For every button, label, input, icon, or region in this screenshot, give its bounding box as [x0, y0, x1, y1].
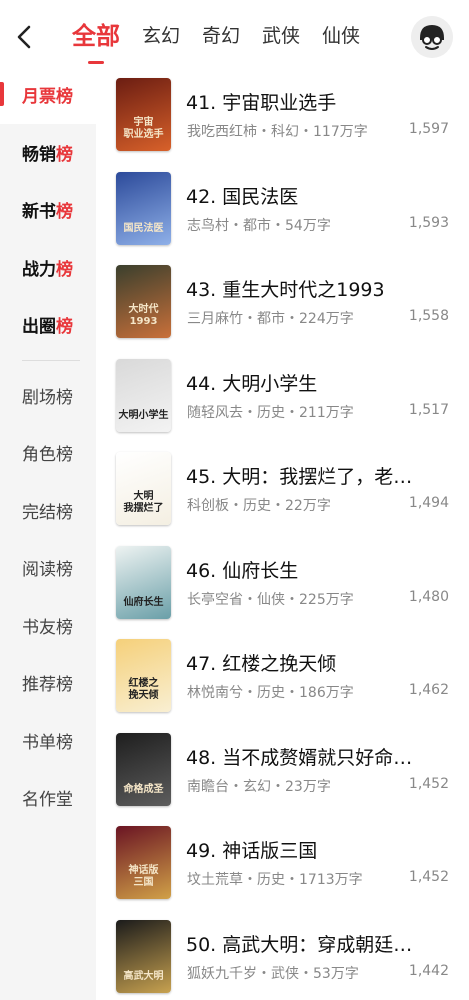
sidebar-item-friends[interactable]: 书友榜: [0, 597, 96, 655]
book-title[interactable]: 45. 大明：我摆烂了，老…: [186, 462, 451, 489]
book-cover-title: 命格成圣: [123, 783, 164, 795]
book-meta: 坟土荒草・历史・1713万字: [187, 872, 363, 888]
ticket-count: 1,593: [408, 214, 449, 231]
book-cover-image: 神话版 三国: [116, 826, 171, 899]
book-list-item[interactable]: 大时代1993 43. 重生大时代之1993 三月麻竹・都市・224万字 1,558: [96, 253, 469, 347]
book-cover-image: 宇宙 职业选手: [116, 78, 171, 151]
sidebar-divider: [22, 359, 80, 361]
sidebar-item-label: 畅销: [22, 144, 56, 165]
tab-qihuan[interactable]: 奇幻: [202, 18, 240, 54]
sidebar-item-label-highlight: 榜: [56, 259, 73, 280]
book-cover-title: 神话版 三国: [128, 865, 159, 888]
book-title[interactable]: 41. 宇宙职业选手: [186, 88, 451, 115]
sidebar-item-monthly-ticket[interactable]: 月票榜: [0, 66, 96, 124]
book-cover-title: 大时代1993: [128, 304, 159, 327]
tab-xuanhuan[interactable]: 玄幻: [142, 18, 180, 54]
ticket-count: 1,452: [408, 775, 449, 792]
ticket-count: 1,442: [408, 962, 449, 979]
sidebar-item-bestseller[interactable]: 畅销榜: [0, 124, 96, 182]
ticket-count: 1,597: [408, 121, 449, 137]
book-title[interactable]: 49. 神话版三国: [186, 836, 451, 863]
book-list-item[interactable]: 大明 我摆烂了 45. 大明：我摆烂了，老… 科创板・历史・22万字 1,494: [96, 440, 469, 534]
book-cover-title: 大明 我摆烂了: [123, 491, 164, 514]
book-list-item[interactable]: 命格成圣 48. 当不成赘婿就只好命… 南瞻台・玄幻・23万字 1,452: [96, 721, 469, 815]
book-meta: 狐妖九千岁・武侠・53万字: [187, 965, 359, 982]
sidebar-item-breakout[interactable]: 出圈榜: [0, 296, 96, 354]
book-meta: 随轻风去・历史・211万字: [187, 404, 354, 421]
book-title[interactable]: 50. 高武大明：穿成朝廷…: [186, 930, 451, 957]
book-title[interactable]: 48. 当不成赘婿就只好命…: [186, 743, 451, 770]
sidebar-item-power[interactable]: 战力榜: [0, 239, 96, 297]
book-cover-image: 仙府长生: [116, 545, 171, 619]
tab-all[interactable]: 全部: [72, 18, 120, 54]
ticket-count: 1,494: [408, 495, 449, 511]
ticket-count: 1,452: [408, 869, 449, 885]
book-list-item[interactable]: 国民法医 42. 国民法医志鸟村・都市・54万字 1,593: [96, 160, 469, 254]
book-meta: 我吃西红柿・科幻・117万字: [187, 124, 368, 140]
book-list-item[interactable]: 大明小学生 44. 大明小学生随轻风去・历史・211万字 1,517: [96, 347, 469, 441]
book-cover-title: 国民法医: [123, 222, 164, 234]
sidebar-item-label: 出圈: [22, 317, 56, 338]
book-title[interactable]: 47. 红楼之挽天倾: [186, 649, 451, 676]
book-meta: 南瞻台・玄幻・23万字: [187, 778, 331, 795]
sidebar-item-label-highlight: 榜: [56, 317, 73, 338]
category-tabs: 全部 玄幻 奇幻 武侠 仙侠: [72, 18, 382, 54]
book-list-item[interactable]: 神话版 三国 49. 神话版三国坟土荒草・历史・1713万字 1,452: [96, 814, 469, 908]
book-cover-image: 高武大明: [116, 919, 171, 993]
book-list-item[interactable]: 高武大明 50. 高武大明：穿成朝廷… 狐妖九千岁・武侠・53万字 1,442: [96, 908, 469, 1000]
ticket-count: 1,558: [408, 308, 449, 324]
book-meta: 科创板・历史・22万字: [187, 498, 331, 514]
book-cover-title: 仙府长生: [123, 596, 164, 608]
book-meta: 三月麻竹・都市・224万字: [187, 311, 354, 327]
book-cover-image: 命格成圣: [116, 732, 171, 806]
ranking-book-list: 宇宙 职业选手 41. 宇宙职业选手我吃西红柿・科幻・117万字 1,597 国民法医…: [96, 66, 469, 1000]
book-cover-title: 高武大明: [123, 970, 164, 982]
user-avatar-icon[interactable]: [411, 16, 453, 58]
book-title[interactable]: 46. 仙府长生: [186, 556, 451, 583]
ticket-count: 1,462: [408, 682, 449, 698]
book-list-item[interactable]: 红楼之 挽天倾 47. 红楼之挽天倾林悦南兮・历史・186万字 1,462: [96, 627, 469, 721]
book-meta: 林悦南兮・历史・186万字: [187, 685, 354, 701]
book-cover-title: 红楼之 挽天倾: [128, 678, 159, 701]
sidebar-item-new-books[interactable]: 新书榜: [0, 181, 96, 239]
sidebar-item-booklist[interactable]: 书单榜: [0, 712, 96, 770]
book-title[interactable]: 42. 国民法医: [186, 182, 451, 209]
book-cover-title: 大明小学生: [118, 409, 169, 421]
ranking-sidebar: 月票榜 畅销榜 新书榜 战力榜 出圈榜 剧场榜 角色榜 完结榜 阅读榜 书友榜 …: [0, 66, 96, 1000]
sidebar-item-theater[interactable]: 剧场榜: [0, 367, 96, 425]
book-list-item[interactable]: 宇宙 职业选手 41. 宇宙职业选手我吃西红柿・科幻・117万字 1,597: [96, 66, 469, 160]
book-cover-image: 大时代1993: [116, 265, 171, 338]
sidebar-item-completed[interactable]: 完结榜: [0, 482, 96, 540]
book-cover-image: 大明 我摆烂了: [116, 452, 171, 525]
book-cover-image: 大明小学生: [116, 358, 171, 432]
book-cover-image: 国民法医: [116, 171, 171, 245]
book-title[interactable]: 44. 大明小学生: [186, 369, 451, 396]
book-meta: 志鸟村・都市・54万字: [187, 217, 331, 234]
top-navigation-bar: 全部 玄幻 奇幻 武侠 仙侠: [0, 0, 469, 74]
tab-xianxia[interactable]: 仙侠: [322, 18, 360, 54]
book-cover-image: 红楼之 挽天倾: [116, 639, 171, 712]
ticket-count: 1,480: [408, 588, 449, 605]
sidebar-item-label-highlight: 榜: [56, 202, 73, 223]
sidebar-item-label: 战力: [22, 259, 56, 280]
book-meta: 长亭空省・仙侠・225万字: [187, 591, 354, 608]
sidebar-item-recommend[interactable]: 推荐榜: [0, 654, 96, 712]
sidebar-item-label: 新书: [22, 202, 56, 223]
book-list-item[interactable]: 仙府长生 46. 仙府长生长亭空省・仙侠・225万字 1,480: [96, 534, 469, 628]
tab-wuxia[interactable]: 武侠: [262, 18, 300, 54]
ticket-count: 1,517: [408, 401, 449, 418]
book-cover-title: 宇宙 职业选手: [123, 117, 164, 140]
sidebar-item-hall-of-fame[interactable]: 名作堂: [0, 769, 96, 827]
sidebar-item-character[interactable]: 角色榜: [0, 424, 96, 482]
chevron-left-icon[interactable]: [10, 22, 40, 52]
sidebar-item-reading[interactable]: 阅读榜: [0, 539, 96, 597]
sidebar-item-label-highlight: 榜: [56, 144, 73, 165]
book-title[interactable]: 43. 重生大时代之1993: [186, 275, 451, 302]
